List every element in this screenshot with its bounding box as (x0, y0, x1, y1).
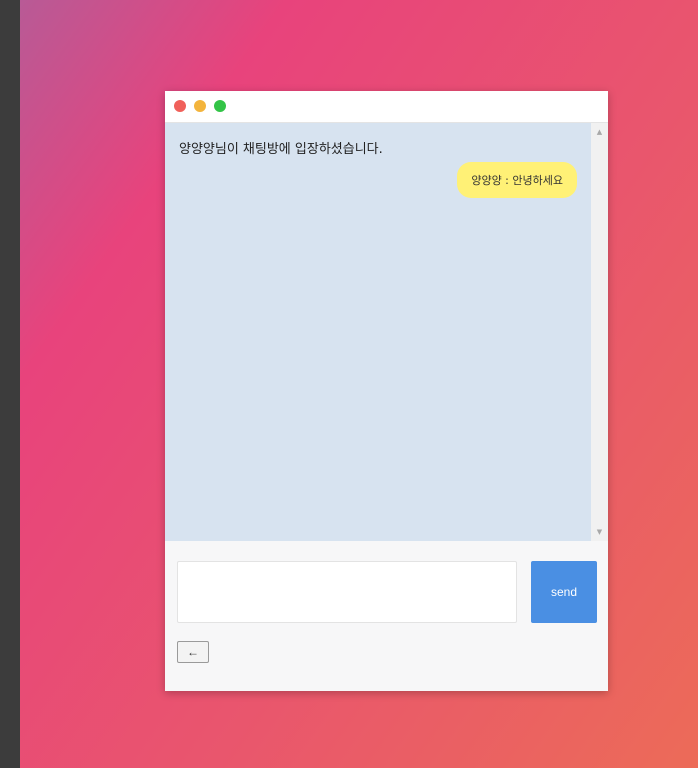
message-input[interactable] (177, 561, 517, 623)
window-titlebar (165, 91, 608, 123)
chat-window: 양양양님이 채팅방에 입장하셨습니다. 양양양 : 안녕하세요 ▲ ▼ send… (165, 91, 608, 691)
back-button[interactable]: ← (177, 641, 209, 663)
chat-scrollbar[interactable]: ▲ ▼ (591, 123, 608, 541)
maximize-window-button[interactable] (214, 100, 226, 112)
scroll-up-arrow-icon[interactable]: ▲ (591, 125, 608, 139)
system-message: 양양양님이 채팅방에 입장하셨습니다. (179, 142, 383, 157)
back-arrow-icon: ← (187, 645, 199, 659)
close-window-button[interactable] (174, 100, 186, 112)
desktop-background: 양양양님이 채팅방에 입장하셨습니다. 양양양 : 안녕하세요 ▲ ▼ send… (20, 0, 698, 768)
chat-bubble: 양양양 : 안녕하세요 (457, 162, 577, 198)
chat-message-area[interactable]: 양양양님이 채팅방에 입장하셨습니다. 양양양 : 안녕하세요 (165, 123, 591, 541)
scroll-down-arrow-icon[interactable]: ▼ (591, 525, 608, 539)
send-button[interactable]: send (531, 561, 597, 623)
minimize-window-button[interactable] (194, 100, 206, 112)
